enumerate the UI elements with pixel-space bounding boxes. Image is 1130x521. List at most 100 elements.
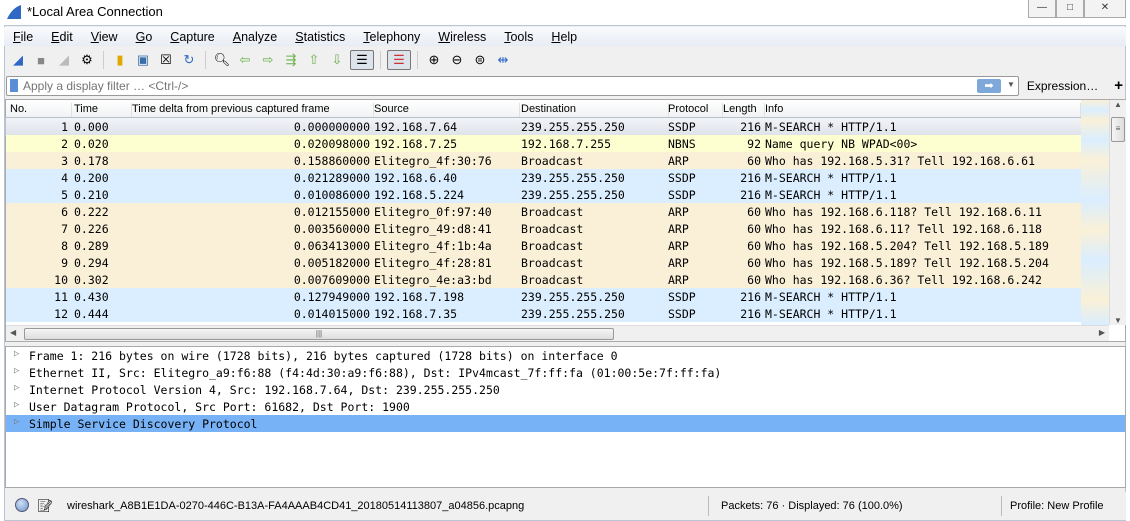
autoscroll-icon[interactable]: ☰ bbox=[350, 50, 374, 70]
stop-capture-icon[interactable]: ■ bbox=[31, 50, 51, 70]
cell-length: 216 bbox=[740, 171, 761, 185]
table-row[interactable]: 6 0.222 0.012155000 Elitegro_0f:97:40 Broadc… bbox=[6, 203, 1081, 220]
add-filter-button[interactable]: + bbox=[1114, 77, 1123, 94]
resize-columns-icon[interactable]: ⇹ bbox=[493, 50, 513, 70]
horizontal-scrollbar[interactable]: ◀ ||| ▶ bbox=[6, 325, 1109, 341]
apply-filter-arrow-icon[interactable]: ➡ bbox=[977, 78, 1001, 93]
scroll-up-icon[interactable]: ▲ bbox=[1110, 100, 1126, 109]
go-to-packet-icon[interactable]: ⇶ bbox=[281, 50, 301, 70]
colorize-icon[interactable]: ☰ bbox=[387, 50, 411, 70]
cell-protocol: SSDP bbox=[668, 171, 696, 185]
go-forward-icon[interactable]: ⇨ bbox=[258, 50, 278, 70]
restart-capture-icon[interactable]: ◢ bbox=[54, 50, 74, 70]
table-row[interactable]: 3 0.178 0.158860000 Elitegro_4f:30:76 Broadc… bbox=[6, 152, 1081, 169]
column-header-protocol[interactable]: Protocol bbox=[668, 103, 723, 118]
zoom-out-icon[interactable]: ⊖ bbox=[447, 50, 467, 70]
zoom-normal-icon[interactable]: ⊜ bbox=[470, 50, 490, 70]
cell-destination: Broadcast bbox=[521, 154, 584, 168]
cell-delta: 0.063413000 bbox=[293, 239, 370, 253]
table-row[interactable]: 9 0.294 0.005182000 Elitegro_4f:28:81 Broadc… bbox=[6, 254, 1081, 271]
menu-tools[interactable]: Tools bbox=[495, 27, 542, 46]
zoom-in-icon[interactable]: ⊕ bbox=[424, 50, 444, 70]
menu-telephony[interactable]: Telephony bbox=[354, 27, 429, 46]
column-header-no[interactable]: No. bbox=[10, 103, 72, 118]
detail-tree-item[interactable]: ▷ Internet Protocol Version 4, Src: 192.1… bbox=[6, 381, 1125, 398]
column-header-source[interactable]: Source bbox=[374, 103, 520, 118]
first-packet-icon[interactable]: ⇧ bbox=[304, 50, 324, 70]
maximize-button[interactable]: □ bbox=[1056, 0, 1084, 18]
expand-arrow-icon[interactable]: ▷ bbox=[14, 383, 19, 393]
capture-options-icon[interactable]: ⚙ bbox=[77, 50, 97, 70]
detail-tree-item[interactable]: ▷ Ethernet II, Src: Elitegro_a9:f6:88 (f4… bbox=[6, 364, 1125, 381]
save-file-icon[interactable]: ▣ bbox=[133, 50, 153, 70]
scroll-left-icon[interactable]: ◀ bbox=[10, 328, 16, 337]
table-row[interactable]: 2 0.020 0.020098000 192.168.7.25 192.168.7.2… bbox=[6, 135, 1081, 152]
table-row[interactable]: 7 0.226 0.003560000 Elitegro_49:d8:41 Broadc… bbox=[6, 220, 1081, 237]
scroll-right-icon[interactable]: ▶ bbox=[1099, 328, 1105, 337]
menu-analyze[interactable]: Analyze bbox=[224, 27, 286, 46]
filter-dropdown-icon[interactable]: ▼ bbox=[1007, 80, 1015, 89]
cell-destination: 239.255.255.250 bbox=[521, 120, 625, 134]
expand-arrow-icon[interactable]: ▷ bbox=[14, 400, 19, 410]
table-row[interactable]: 8 0.289 0.063413000 Elitegro_4f:1b:4a Broadc… bbox=[6, 237, 1081, 254]
menu-wireless[interactable]: Wireless bbox=[429, 27, 495, 46]
column-header-info[interactable]: Info bbox=[765, 103, 1081, 118]
profile-label[interactable]: Profile: New Profile bbox=[1010, 500, 1104, 512]
minimize-button[interactable]: — bbox=[1028, 0, 1056, 18]
packet-minimap[interactable] bbox=[1081, 100, 1109, 325]
table-row[interactable]: 11 0.430 0.127949000 192.168.7.198 239.255.2… bbox=[6, 288, 1081, 305]
cell-delta: 0.003560000 bbox=[293, 222, 370, 236]
start-capture-icon[interactable]: ◢ bbox=[8, 50, 28, 70]
menu-capture[interactable]: Capture bbox=[161, 27, 223, 46]
column-header-time-delta-from-previous-captured-frame[interactable]: Time delta from previous captured frame bbox=[132, 103, 374, 118]
detail-tree-item[interactable]: ▷ User Datagram Protocol, Src Port: 61682… bbox=[6, 398, 1125, 415]
vertical-scrollbar[interactable]: ▲ ≡ ▼ bbox=[1109, 100, 1126, 325]
display-filter-bar: ➡ ▼ Expression… + bbox=[6, 75, 1123, 96]
go-back-icon[interactable]: ⇦ bbox=[235, 50, 255, 70]
menu-go[interactable]: Go bbox=[127, 27, 162, 46]
menu-statistics[interactable]: Statistics bbox=[286, 27, 354, 46]
open-file-icon[interactable]: ▮ bbox=[110, 50, 130, 70]
last-packet-icon[interactable]: ⇩ bbox=[327, 50, 347, 70]
capture-comment-icon[interactable]: 📝︎ bbox=[37, 498, 54, 514]
find-packet-icon[interactable]: 🔍︎ bbox=[212, 50, 232, 70]
detail-text: User Datagram Protocol, Src Port: 61682,… bbox=[29, 400, 410, 414]
menu-edit[interactable]: Edit bbox=[42, 27, 82, 46]
close-file-icon[interactable]: ☒ bbox=[156, 50, 176, 70]
detail-tree-item[interactable]: ▷ Frame 1: 216 bytes on wire (1728 bits),… bbox=[6, 347, 1125, 364]
close-button[interactable]: ✕ bbox=[1084, 0, 1126, 18]
menu-view[interactable]: View bbox=[82, 27, 127, 46]
cell-source: 192.168.7.64 bbox=[374, 120, 458, 134]
scroll-down-icon[interactable]: ▼ bbox=[1110, 316, 1126, 325]
cell-protocol: ARP bbox=[668, 239, 689, 253]
cell-delta: 0.005182000 bbox=[293, 256, 370, 270]
packet-list: No. Time Time delta from previous captured… bbox=[5, 99, 1126, 342]
menu-help[interactable]: Help bbox=[542, 27, 586, 46]
table-row[interactable]: 10 0.302 0.007609000 Elitegro_4e:a3:bd Broad… bbox=[6, 271, 1081, 288]
menu-file[interactable]: File bbox=[4, 27, 42, 46]
bookmark-icon[interactable] bbox=[10, 78, 18, 92]
column-header-length[interactable]: Length bbox=[723, 103, 765, 118]
table-row[interactable]: 1 0.000 0.000000000 192.168.7.64 239.255.255… bbox=[5, 117, 1082, 136]
cell-length: 60 bbox=[747, 239, 761, 253]
cell-info: Who has 192.168.6.36? Tell 192.168.6.242 bbox=[765, 273, 1042, 287]
cell-source: Elitegro_49:d8:41 bbox=[374, 222, 492, 236]
column-header-destination[interactable]: Destination bbox=[521, 103, 669, 118]
expert-info-icon[interactable] bbox=[15, 498, 29, 512]
vertical-scroll-thumb[interactable]: ≡ bbox=[1111, 117, 1125, 142]
reload-file-icon[interactable]: ↻ bbox=[179, 50, 199, 70]
table-row[interactable]: 5 0.210 0.010086000 192.168.5.224 239.255.25… bbox=[6, 186, 1081, 203]
expression-button[interactable]: Expression… bbox=[1027, 79, 1098, 93]
display-filter-input[interactable] bbox=[23, 77, 973, 94]
cell-protocol: SSDP bbox=[668, 290, 696, 304]
detail-tree-item[interactable]: ▷ Simple Service Discovery Protocol bbox=[6, 415, 1125, 432]
table-row[interactable]: 12 0.444 0.014015000 192.168.7.35 239.255.25… bbox=[6, 305, 1081, 322]
cell-destination: Broadcast bbox=[521, 222, 584, 236]
expand-arrow-icon[interactable]: ▷ bbox=[14, 349, 19, 359]
menu-bar: File Edit View Go Capture Analyze Statistics Te… bbox=[4, 27, 1126, 46]
table-row[interactable]: 4 0.200 0.021289000 192.168.6.40 239.255.255… bbox=[6, 169, 1081, 186]
expand-arrow-icon[interactable]: ▷ bbox=[14, 417, 19, 427]
expand-arrow-icon[interactable]: ▷ bbox=[14, 366, 19, 376]
column-header-time[interactable]: Time bbox=[74, 103, 132, 118]
horizontal-scroll-thumb[interactable]: ||| bbox=[24, 328, 614, 340]
